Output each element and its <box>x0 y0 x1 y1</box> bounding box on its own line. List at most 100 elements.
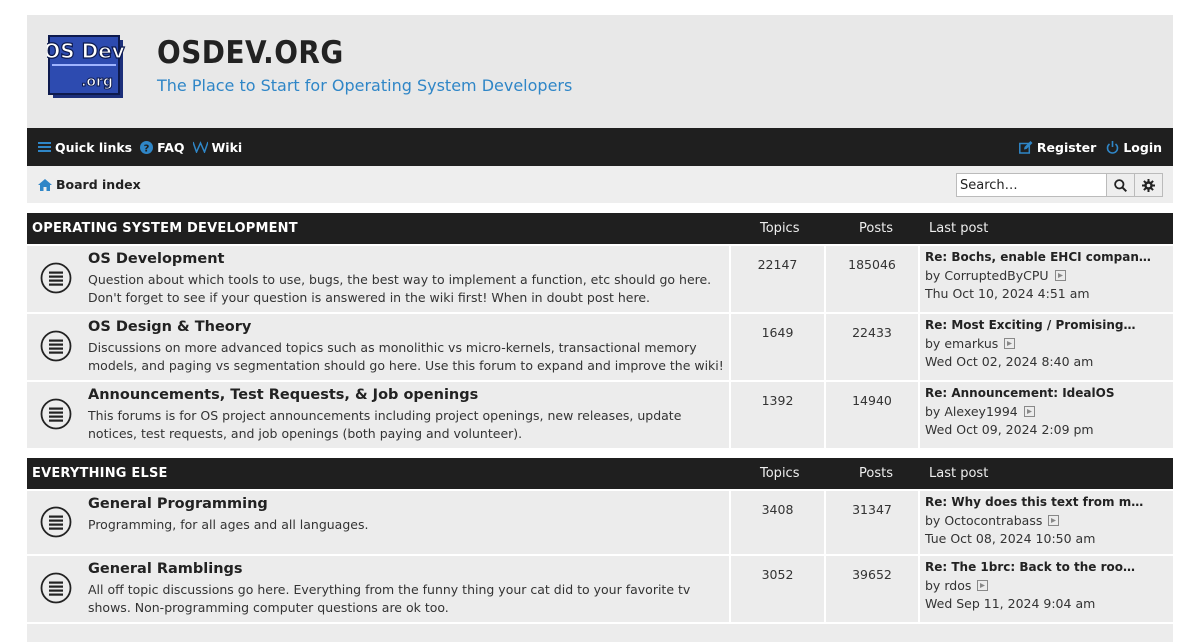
view-post-icon[interactable] <box>1004 338 1016 349</box>
category-header: EVERYTHING ELSE Topics Posts Last post <box>27 458 1173 489</box>
view-post-icon[interactable] <box>1023 406 1035 417</box>
forum-description: This forums is for OS project announceme… <box>88 408 682 441</box>
topics-cell: 3052 <box>731 556 824 622</box>
posts-count: 39652 <box>852 567 892 582</box>
home-icon <box>38 178 52 191</box>
posts-cell: 185046 <box>826 246 918 312</box>
register-link[interactable]: Register <box>1018 139 1097 155</box>
by-label: by <box>925 513 941 528</box>
navbar: Quick links ? FAQ Wiki Register Login <box>27 128 1173 166</box>
topics-cell: 1649 <box>731 314 824 380</box>
view-post-icon[interactable] <box>977 580 989 591</box>
forum-read-icon <box>40 572 72 604</box>
forum-info: General Ramblings All off topic discussi… <box>27 556 729 622</box>
last-post-time: Tue Oct 08, 2024 10:50 am <box>925 531 1096 546</box>
wikipedia-w-icon <box>192 141 208 153</box>
topics-count: 22147 <box>757 257 798 272</box>
forum-title[interactable]: General Programming <box>88 496 268 512</box>
forum-info: OS Design & Theory Discussions on more a… <box>27 314 729 380</box>
forum-title[interactable]: OS Design & Theory <box>88 319 251 335</box>
last-post-time: Wed Sep 11, 2024 9:04 am <box>925 596 1096 611</box>
forum-description: All off topic discussions go here. Every… <box>88 582 691 615</box>
svg-text:?: ? <box>144 143 150 154</box>
by-label: by <box>925 268 941 283</box>
last-post-title[interactable]: Re: Most Exciting / Promising… <box>925 318 1135 332</box>
nav-left: Quick links ? FAQ Wiki <box>38 128 250 166</box>
last-post-cell: Re: Announcement: IdealOS by Alexey1994 … <box>920 382 1173 448</box>
view-post-icon[interactable] <box>1054 270 1066 281</box>
category-title[interactable]: OPERATING SYSTEM DEVELOPMENT <box>32 221 298 236</box>
topics-cell: 1392 <box>731 382 824 448</box>
search-input[interactable] <box>956 173 1107 197</box>
category-header: OPERATING SYSTEM DEVELOPMENT Topics Post… <box>27 213 1173 244</box>
osdev-logo[interactable]: OS Dev .org <box>47 34 127 100</box>
topics-count: 1392 <box>761 393 794 408</box>
search-button[interactable] <box>1106 173 1135 197</box>
posts-count: 14940 <box>852 393 892 408</box>
last-post-byline: by Octocontrabass <box>925 513 1060 528</box>
topics-column-header: Topics <box>760 466 800 481</box>
forum-row: General Ramblings All off topic discussi… <box>27 554 1173 622</box>
breadcrumb[interactable]: Board index <box>38 166 141 203</box>
wiki-link[interactable]: Wiki <box>192 139 243 155</box>
forum-info: OS Development Question about which tool… <box>27 246 729 312</box>
site-title[interactable]: OSDEV.ORG <box>157 35 344 71</box>
last-post-cell: Re: Why does this text from m… by Octoco… <box>920 491 1173 554</box>
login-label: Login <box>1123 139 1162 155</box>
pencil-square-icon <box>1018 140 1033 154</box>
last-post-cell: Re: The 1brc: Back to the roo… by rdos W… <box>920 556 1173 622</box>
posts-column-header: Posts <box>859 221 893 236</box>
posts-cell: 22433 <box>826 314 918 380</box>
faq-label: FAQ <box>157 139 185 155</box>
last-post-author[interactable]: CorruptedByCPU <box>944 268 1048 283</box>
forum-read-icon <box>40 506 72 538</box>
forum-row: OS Design & Theory Discussions on more a… <box>27 312 1173 380</box>
forum-title[interactable]: Announcements, Test Requests, & Job open… <box>88 387 478 403</box>
last-post-byline: by Alexey1994 <box>925 404 1035 419</box>
gear-icon <box>1142 178 1155 192</box>
posts-count: 185046 <box>848 257 896 272</box>
forum-info: General Programming Programming, for all… <box>27 491 729 554</box>
category-title[interactable]: EVERYTHING ELSE <box>32 466 168 481</box>
last-post-time: Wed Oct 09, 2024 2:09 pm <box>925 422 1094 437</box>
svg-text:OS Dev: OS Dev <box>47 39 125 63</box>
last-post-cell: Re: Most Exciting / Promising… by emarku… <box>920 314 1173 380</box>
last-post-title[interactable]: Re: The 1brc: Back to the roo… <box>925 560 1135 574</box>
posts-count: 22433 <box>852 325 892 340</box>
forum-read-icon <box>40 330 72 362</box>
nav-right: Register Login <box>1009 128 1162 166</box>
posts-cell: 31347 <box>826 491 918 554</box>
forum-description: Programming, for all ages and all langua… <box>88 517 369 532</box>
board-index-link[interactable]: Board index <box>56 177 141 192</box>
topics-count: 1649 <box>761 325 794 340</box>
forum-title[interactable]: General Ramblings <box>88 561 243 577</box>
posts-cell: 39652 <box>826 556 918 622</box>
quick-links-label: Quick links <box>55 139 133 155</box>
page-wrap: OS Dev .org OSDEV.ORG The Place to Start… <box>27 15 1173 642</box>
svg-text:.org: .org <box>81 74 113 90</box>
last-post-title[interactable]: Re: Why does this text from m… <box>925 495 1143 509</box>
breadcrumb-bar: Board index <box>27 166 1173 203</box>
posts-cell: 14940 <box>826 382 918 448</box>
last-post-title[interactable]: Re: Bochs, enable EHCI compan… <box>925 250 1151 264</box>
wiki-label: Wiki <box>211 139 243 155</box>
last-post-author[interactable]: Octocontrabass <box>944 513 1042 528</box>
last-post-cell: Re: Bochs, enable EHCI compan… by Corrup… <box>920 246 1173 312</box>
forum-row: General Programming Programming, for all… <box>27 489 1173 554</box>
topics-count: 3408 <box>761 502 794 517</box>
topics-cell: 3408 <box>731 491 824 554</box>
last-post-author[interactable]: Alexey1994 <box>944 404 1017 419</box>
last-post-author[interactable]: rdos <box>944 578 971 593</box>
advanced-search-button[interactable] <box>1134 173 1163 197</box>
last-post-author[interactable]: emarkus <box>944 336 998 351</box>
forum-row: Announcements, Test Requests, & Job open… <box>27 380 1173 448</box>
forum-title[interactable]: OS Development <box>88 251 224 267</box>
forum-description: Question about which tools to use, bugs,… <box>88 272 712 305</box>
view-post-icon[interactable] <box>1048 515 1060 526</box>
faq-link[interactable]: ? FAQ <box>140 139 185 155</box>
last-post-title[interactable]: Re: Announcement: IdealOS <box>925 386 1114 400</box>
login-link[interactable]: Login <box>1106 140 1162 155</box>
quick-links-menu[interactable]: Quick links <box>38 140 132 155</box>
register-label: Register <box>1036 139 1097 155</box>
bars-icon <box>38 141 51 153</box>
